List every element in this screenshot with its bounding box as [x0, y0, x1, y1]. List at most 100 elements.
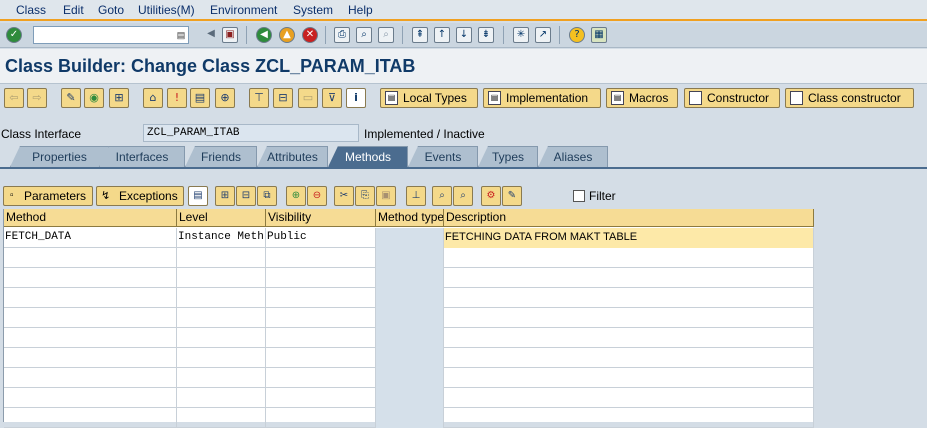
empty-cell[interactable] [444, 348, 814, 368]
empty-cell[interactable] [266, 368, 376, 388]
empty-cell[interactable] [376, 288, 444, 308]
info-mark-icon[interactable]: ! [167, 88, 187, 108]
help-icon[interactable]: ? [569, 27, 585, 43]
empty-cell[interactable] [444, 328, 814, 348]
menu-help[interactable]: Help [348, 3, 373, 17]
forward-arrow-icon[interactable]: ⇨ [27, 88, 47, 108]
empty-cell[interactable] [444, 308, 814, 328]
visibility-cell[interactable]: Public [266, 228, 376, 248]
menu-system[interactable]: System [293, 3, 333, 17]
paste-icon[interactable]: ▣ [376, 186, 396, 206]
tab-types[interactable]: Types [478, 146, 538, 167]
filter-icon[interactable]: ⊽ [322, 88, 342, 108]
empty-cell[interactable] [4, 308, 177, 328]
empty-cell[interactable] [376, 268, 444, 288]
implementation-button[interactable]: ▤ Implementation [483, 88, 601, 108]
level-cell[interactable]: Instance Meth [177, 228, 266, 248]
copy-icon[interactable]: ⎘ [355, 186, 375, 206]
info-icon[interactable]: i [346, 88, 366, 108]
edit-toggle-icon[interactable]: ✎ [61, 88, 81, 108]
table-row[interactable]: FETCH_DATA Instance Meth Public FETCHING… [4, 228, 814, 248]
empty-cell[interactable] [4, 388, 177, 408]
empty-cell[interactable] [266, 288, 376, 308]
empty-cell[interactable] [4, 408, 177, 428]
empty-cell[interactable] [4, 328, 177, 348]
menu-environment[interactable]: Environment [210, 3, 277, 17]
print-preview-icon[interactable]: ⊟ [273, 88, 293, 108]
append-row-icon[interactable]: ⊟ [236, 186, 256, 206]
empty-cell[interactable] [177, 368, 266, 388]
empty-cell[interactable] [177, 288, 266, 308]
empty-cell[interactable] [444, 288, 814, 308]
cut-icon[interactable]: ✂ [334, 186, 354, 206]
table-row-empty[interactable] [4, 308, 814, 328]
exceptions-button[interactable]: ↯ Exceptions [96, 186, 184, 206]
empty-cell[interactable] [266, 388, 376, 408]
macros-button[interactable]: ▤ Macros [606, 88, 678, 108]
empty-cell[interactable] [4, 348, 177, 368]
column-header-method[interactable]: Method [4, 209, 177, 227]
table-row-empty[interactable] [4, 288, 814, 308]
empty-cell[interactable] [376, 348, 444, 368]
detail-view-icon[interactable]: ▤ [188, 186, 208, 206]
hierarchy-icon[interactable]: ⊕ [215, 88, 235, 108]
class-interface-field[interactable]: ZCL_PARAM_ITAB [143, 124, 359, 142]
activate-icon[interactable]: ⊞ [109, 88, 129, 108]
empty-cell[interactable] [177, 348, 266, 368]
tab-events[interactable]: Events [408, 146, 478, 167]
first-page-icon[interactable]: ⇞ [412, 27, 428, 43]
empty-cell[interactable] [4, 248, 177, 268]
empty-cell[interactable] [444, 368, 814, 388]
column-header-level[interactable]: Level [177, 209, 266, 227]
last-page-icon[interactable]: ⇟ [478, 27, 494, 43]
table-row-empty[interactable] [4, 268, 814, 288]
layout-frame-icon[interactable]: ▭ [298, 88, 318, 108]
table-row-empty[interactable] [4, 388, 814, 408]
empty-cell[interactable] [444, 388, 814, 408]
empty-cell[interactable] [266, 308, 376, 328]
back-arrow-icon[interactable]: ⇦ [4, 88, 24, 108]
table-row-empty[interactable] [4, 368, 814, 388]
empty-cell[interactable] [177, 268, 266, 288]
back-icon[interactable]: ◀ [203, 27, 219, 43]
empty-cell[interactable] [177, 308, 266, 328]
find-next-grid-icon[interactable]: ⌕ [453, 186, 473, 206]
empty-cell[interactable] [266, 248, 376, 268]
enter-icon[interactable]: ✓ [6, 27, 22, 43]
add-entry-icon[interactable]: ⊕ [286, 186, 306, 206]
command-field[interactable]: ▤ [33, 26, 189, 44]
parameters-button[interactable]: ▫ Parameters [3, 186, 93, 206]
empty-cell[interactable] [444, 408, 814, 428]
save-icon[interactable]: ▣ [222, 27, 238, 43]
method-cell[interactable]: FETCH_DATA [4, 228, 177, 248]
find-next-icon[interactable]: ⌕ [378, 27, 394, 43]
tab-friends[interactable]: Friends [185, 146, 257, 167]
empty-cell[interactable] [376, 248, 444, 268]
display-object-icon[interactable]: ▤ [190, 88, 210, 108]
check-icon[interactable]: ◉ [84, 88, 104, 108]
table-row-empty[interactable] [4, 248, 814, 268]
copy-row-icon[interactable]: ⧉ [257, 186, 277, 206]
insert-row-icon[interactable]: ⊞ [215, 186, 235, 206]
dropdown-icon[interactable]: ▤ [176, 29, 186, 41]
back-nav-icon[interactable]: ◀ [256, 27, 272, 43]
empty-cell[interactable] [177, 328, 266, 348]
tab-properties[interactable]: Properties [10, 146, 109, 167]
layout-icon[interactable]: ▦ [591, 27, 607, 43]
prev-page-icon[interactable]: ↑ [434, 27, 450, 43]
empty-cell[interactable] [376, 328, 444, 348]
class-constructor-button[interactable]: Class constructor [785, 88, 914, 108]
cancel-icon[interactable]: ✕ [302, 27, 318, 43]
tab-aliases[interactable]: Aliases [538, 146, 608, 167]
empty-cell[interactable] [266, 408, 376, 428]
binoculars-icon[interactable]: ⌕ [432, 186, 452, 206]
menu-utilities[interactable]: Utilities(M) [138, 3, 195, 17]
empty-cell[interactable] [266, 268, 376, 288]
empty-cell[interactable] [177, 248, 266, 268]
empty-cell[interactable] [376, 368, 444, 388]
table-row-empty[interactable] [4, 408, 814, 428]
table-row-empty[interactable] [4, 348, 814, 368]
tab-methods[interactable]: Methods [328, 146, 408, 167]
empty-cell[interactable] [266, 348, 376, 368]
menu-goto[interactable]: Goto [98, 3, 124, 17]
